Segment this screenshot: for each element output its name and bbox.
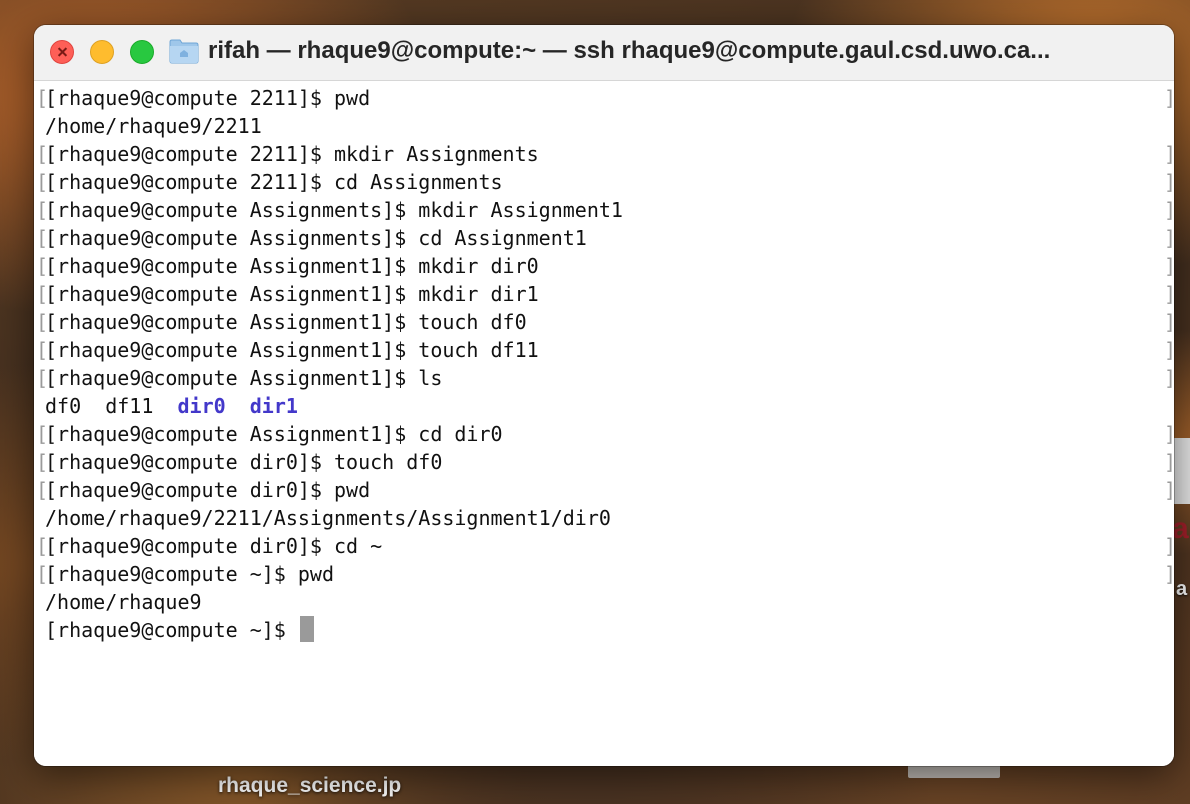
terminal-line: [][rhaque9@compute 2211]$ cd Assignments <box>34 168 1174 196</box>
ls-file-entry: df11 <box>105 394 154 418</box>
terminal-line: [][rhaque9@compute 2211]$ pwd <box>34 84 1174 112</box>
command-line-text: [rhaque9@compute Assignment1]$ touch df1… <box>45 338 539 362</box>
command-line-text: [rhaque9@compute Assignment1]$ cd dir0 <box>45 422 503 446</box>
terminal-line: [][rhaque9@compute Assignment1]$ mkdir d… <box>34 280 1174 308</box>
desktop-partial-letter: a <box>1172 512 1189 545</box>
terminal-content[interactable]: [][rhaque9@compute 2211]$ pwd/home/rhaqu… <box>34 81 1174 766</box>
ls-file-entry: df0 <box>45 394 82 418</box>
line-mark-right: ] <box>1164 560 1174 588</box>
line-mark-right: ] <box>1164 448 1174 476</box>
output-line-text: /home/rhaque9 <box>45 590 202 614</box>
terminal-line: [][rhaque9@compute dir0]$ touch df0 <box>34 448 1174 476</box>
zoom-icon[interactable] <box>130 40 154 64</box>
line-mark-right: ] <box>1164 280 1174 308</box>
line-mark-right: ] <box>1164 84 1174 112</box>
prompt-text[interactable]: [rhaque9@compute ~]$ <box>45 616 314 644</box>
command-line-text: [rhaque9@compute ~]$ pwd <box>45 562 334 586</box>
command-line-text: [rhaque9@compute 2211]$ mkdir Assignment… <box>45 142 539 166</box>
terminal-line: [][rhaque9@compute dir0]$ cd ~ <box>34 532 1174 560</box>
line-mark-right: ] <box>1164 336 1174 364</box>
line-mark-right: ] <box>1164 252 1174 280</box>
command-line-text: [rhaque9@compute Assignments]$ cd Assign… <box>45 226 587 250</box>
ls-output: df0 df11 dir0 dir1 <box>45 392 298 420</box>
terminal-line: [][rhaque9@compute Assignments]$ mkdir A… <box>34 196 1174 224</box>
line-mark-right: ] <box>1164 196 1174 224</box>
terminal-line: [][rhaque9@compute Assignments]$ cd Assi… <box>34 224 1174 252</box>
command-line-text: [rhaque9@compute Assignments]$ mkdir Ass… <box>45 198 623 222</box>
close-icon[interactable] <box>50 40 74 64</box>
ls-dir-entry: dir0 <box>177 394 226 418</box>
terminal-line: df0 df11 dir0 dir1 <box>34 392 1174 420</box>
title-bar[interactable]: rifah — rhaque9@compute:~ — ssh rhaque9@… <box>34 25 1174 81</box>
command-line-text: [rhaque9@compute Assignment1]$ touch df0 <box>45 310 527 334</box>
desktop-thumbnail-partial[interactable] <box>1174 438 1190 504</box>
terminal-window: rifah — rhaque9@compute:~ — ssh rhaque9@… <box>34 25 1174 766</box>
output-line-text: /home/rhaque9/2211/Assignments/Assignmen… <box>45 506 611 530</box>
prompt-line: [rhaque9@compute ~]$ <box>34 616 1174 644</box>
output-line-text: /home/rhaque9/2211 <box>45 114 262 138</box>
command-line-text: [rhaque9@compute dir0]$ pwd <box>45 478 371 502</box>
folder-home-icon <box>169 39 199 64</box>
command-line-text: [rhaque9@compute Assignment1]$ mkdir dir… <box>45 254 539 278</box>
command-line-text: [rhaque9@compute Assignment1]$ mkdir dir… <box>45 282 539 306</box>
ls-dir-entry: dir1 <box>249 394 298 418</box>
terminal-line: [][rhaque9@compute Assignment1]$ ls <box>34 364 1174 392</box>
line-mark-right: ] <box>1164 168 1174 196</box>
command-line-text: [rhaque9@compute Assignment1]$ ls <box>45 366 443 390</box>
desktop-file-label[interactable]: rhaque_science.jp <box>218 774 401 798</box>
minimize-icon[interactable] <box>90 40 114 64</box>
desktop-partial-text: a <box>1176 578 1188 600</box>
window-title: rifah — rhaque9@compute:~ — ssh rhaque9@… <box>208 37 1051 64</box>
line-mark-right: ] <box>1164 224 1174 252</box>
line-mark-right: ] <box>1164 364 1174 392</box>
command-line-text: [rhaque9@compute 2211]$ pwd <box>45 86 371 110</box>
command-line-text: [rhaque9@compute dir0]$ cd ~ <box>45 534 383 558</box>
line-mark-right: ] <box>1164 308 1174 336</box>
line-mark-right: ] <box>1164 476 1174 504</box>
terminal-line: [][rhaque9@compute Assignment1]$ touch d… <box>34 336 1174 364</box>
terminal-line: /home/rhaque9/2211/Assignments/Assignmen… <box>34 504 1174 532</box>
command-line-text: [rhaque9@compute dir0]$ touch df0 <box>45 450 443 474</box>
line-mark-right: ] <box>1164 140 1174 168</box>
terminal-line: /home/rhaque9/2211 <box>34 112 1174 140</box>
line-mark-right: ] <box>1164 532 1174 560</box>
terminal-line: [][rhaque9@compute Assignment1]$ cd dir0 <box>34 420 1174 448</box>
terminal-line: [][rhaque9@compute Assignment1]$ touch d… <box>34 308 1174 336</box>
line-mark-right: ] <box>1164 420 1174 448</box>
terminal-line: [][rhaque9@compute dir0]$ pwd <box>34 476 1174 504</box>
terminal-line: [][rhaque9@compute ~]$ pwd <box>34 560 1174 588</box>
terminal-line: /home/rhaque9 <box>34 588 1174 616</box>
text-cursor <box>299 616 314 642</box>
terminal-line: [][rhaque9@compute Assignment1]$ mkdir d… <box>34 252 1174 280</box>
terminal-line: [][rhaque9@compute 2211]$ mkdir Assignme… <box>34 140 1174 168</box>
command-line-text: [rhaque9@compute 2211]$ cd Assignments <box>45 170 503 194</box>
